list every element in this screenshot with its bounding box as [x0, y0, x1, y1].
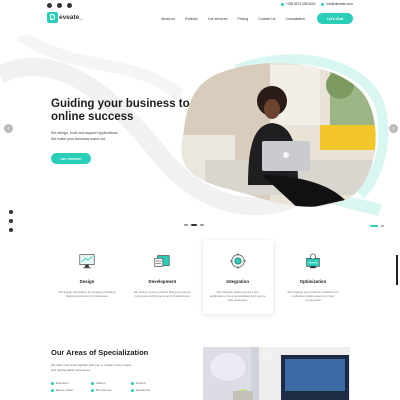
top-bar: +336 8974 095 0630 info@deveate.com	[0, 0, 400, 10]
slider-dot-active[interactable]	[191, 224, 197, 226]
specialization-title: Our Areas of Specialization	[51, 348, 149, 357]
instagram-icon[interactable]	[57, 3, 62, 8]
contact-info: +336 8974 095 0630 info@deveate.com	[281, 2, 353, 6]
services-section: Design We design and deliver by creating…	[52, 240, 348, 320]
office-photo	[203, 347, 350, 400]
design-icon	[79, 254, 95, 269]
check-icon	[91, 388, 94, 392]
optimization-icon	[306, 253, 320, 269]
hero-subtitle: We design, build and support application…	[51, 131, 161, 142]
get-started-button[interactable]: GET STARTED	[51, 153, 91, 164]
service-card-optimization[interactable]: Optimization We upgrade and enhance outd…	[278, 240, 348, 314]
pager-item[interactable]	[381, 225, 384, 227]
next-slide-arrow[interactable]: ›	[389, 124, 398, 133]
service-desc: We integrate tested services and applica…	[210, 290, 266, 302]
nav-portfolio[interactable]: Portfolio	[185, 17, 198, 21]
mail-icon	[321, 2, 325, 6]
service-title: Integration	[226, 279, 249, 284]
main-nav: About us Portfolio Our services Pricing …	[161, 17, 305, 21]
facebook-icon[interactable]	[9, 210, 13, 214]
site-header: D eveate_ About us Portfolio Our service…	[0, 10, 400, 30]
check-icon	[51, 388, 54, 392]
pager-active[interactable]	[370, 225, 378, 227]
logo-mark: D	[47, 12, 58, 23]
slider-dot[interactable]	[184, 224, 188, 226]
nav-contact[interactable]: Contact Us	[258, 17, 275, 21]
list-item: Restaurant	[131, 388, 171, 392]
service-card-design[interactable]: Design We design and deliver by creating…	[52, 240, 122, 314]
phone-contact[interactable]: +336 8974 095 0630	[281, 2, 315, 6]
email-contact[interactable]: info@deveate.com	[321, 2, 353, 6]
development-icon	[154, 255, 170, 267]
list-item: Startup	[91, 381, 131, 385]
pinterest-icon[interactable]	[9, 228, 13, 232]
list-item: Fintech	[131, 381, 171, 385]
instagram-icon[interactable]	[9, 219, 13, 223]
hero-subtitle-line-2: We make your business stand out	[51, 136, 106, 141]
slider-dot[interactable]	[200, 224, 204, 226]
service-desc: We deliver custom product fitting and se…	[133, 290, 191, 298]
prev-slide-arrow[interactable]: ‹	[4, 124, 13, 133]
nav-about[interactable]: About us	[161, 17, 175, 21]
lets-chat-button[interactable]: Let's Chat	[317, 13, 353, 24]
pinterest-icon[interactable]	[67, 3, 72, 8]
nav-pricing[interactable]: Pricing	[238, 17, 249, 21]
check-icon	[131, 388, 134, 392]
service-desc: We design and deliver by creating a befi…	[58, 290, 116, 298]
logo-text: eveate_	[59, 14, 83, 21]
hero-title: Guiding your business to online success	[51, 98, 190, 123]
service-title: Design	[79, 279, 95, 284]
service-desc: We upgrade and enhance outdated and inef…	[287, 290, 339, 302]
logo[interactable]: D eveate_	[47, 12, 83, 23]
service-card-development[interactable]: Development We deliver custom product fi…	[127, 240, 197, 314]
check-icon	[51, 381, 54, 385]
check-icon	[91, 381, 94, 385]
slider-dots	[184, 224, 204, 226]
specialization-desc: We listen and work together with you to …	[51, 363, 132, 372]
service-title: Optimization	[299, 279, 327, 284]
facebook-icon[interactable]	[47, 3, 52, 8]
integration-icon	[229, 252, 246, 270]
service-card-integration[interactable]: Integration We integrate tested services…	[202, 240, 273, 314]
list-item: Bus Service	[91, 388, 131, 392]
top-social-links	[47, 3, 72, 8]
service-title: Development	[148, 279, 177, 284]
section-pager	[370, 225, 384, 227]
nav-services[interactable]: Our services	[208, 17, 228, 21]
list-item: Education	[51, 381, 91, 385]
list-item: Beauty Salon	[51, 388, 91, 392]
scrollbar-thumb[interactable]	[396, 255, 398, 285]
nav-consultation[interactable]: Consultation	[286, 17, 305, 21]
phone-icon	[281, 2, 285, 6]
specialization-list: Education Startup Fintech Beauty Salon B…	[51, 381, 171, 392]
check-icon	[131, 381, 134, 385]
side-social-links	[9, 210, 13, 232]
